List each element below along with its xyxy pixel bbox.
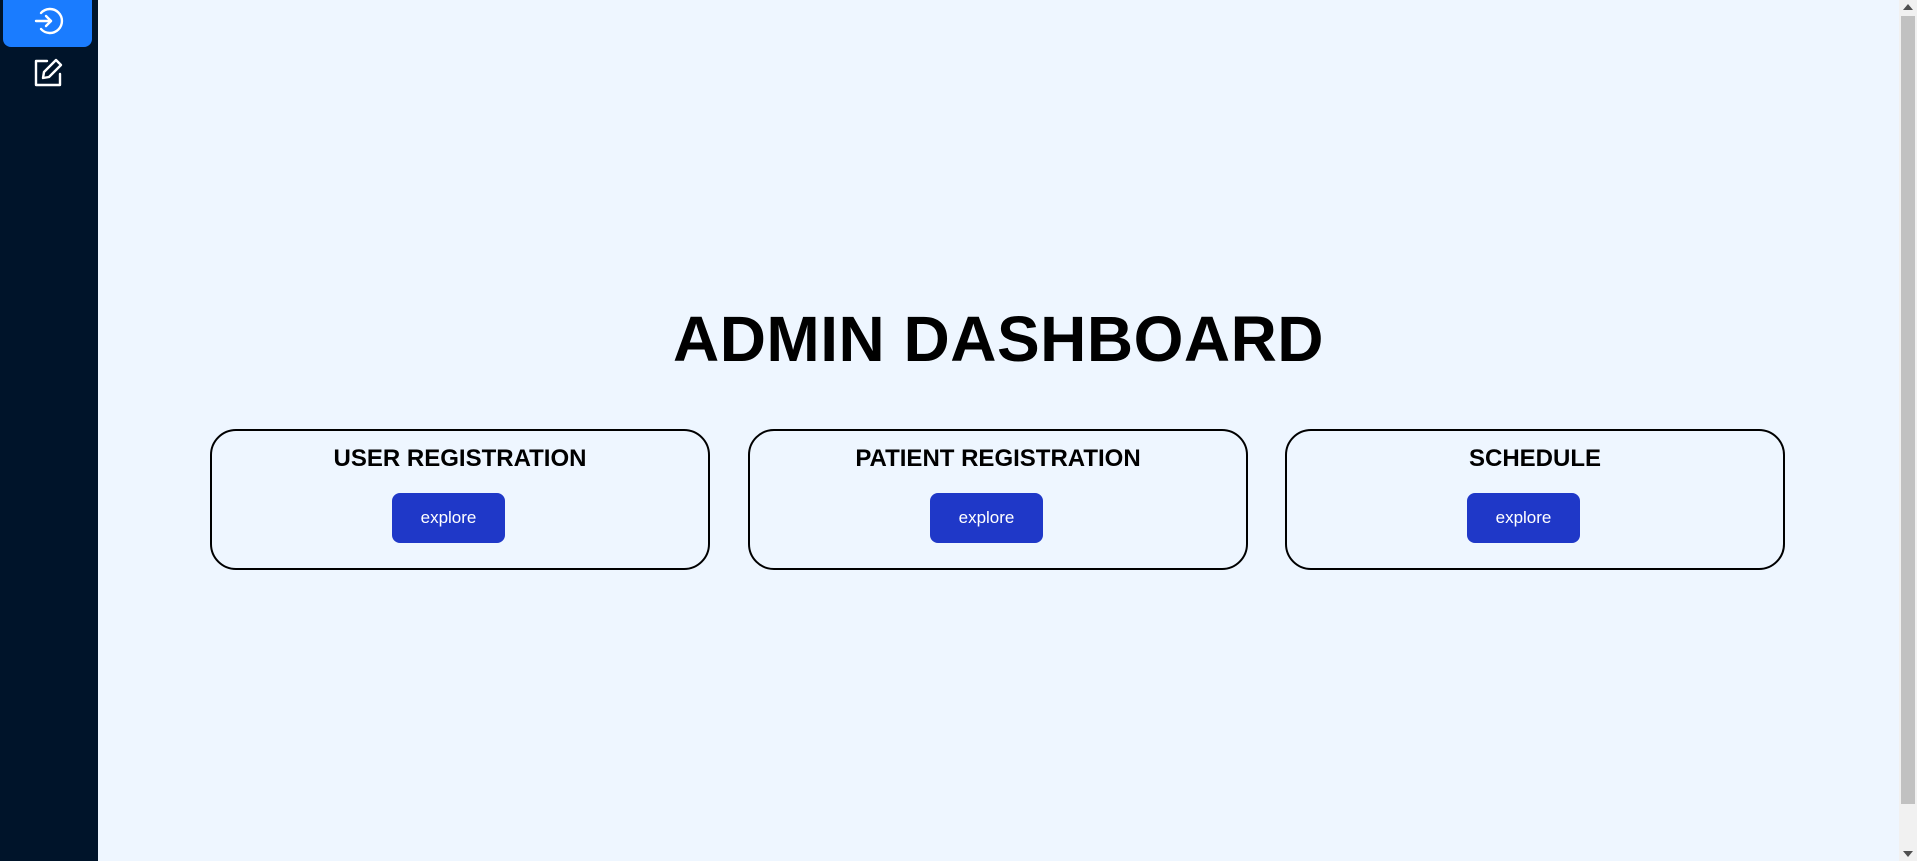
scroll-thumb[interactable] bbox=[1901, 16, 1915, 804]
main-content: ADMIN DASHBOARD USER REGISTRATION explor… bbox=[98, 0, 1899, 861]
edit-icon bbox=[31, 56, 65, 95]
explore-button[interactable]: explore bbox=[392, 493, 505, 543]
sidebar bbox=[0, 0, 98, 861]
scroll-down-arrow-icon[interactable] bbox=[1903, 851, 1913, 857]
vertical-scrollbar[interactable] bbox=[1899, 0, 1917, 861]
card-user-registration: USER REGISTRATION explore bbox=[210, 429, 710, 570]
card-title: SCHEDULE bbox=[1468, 445, 1601, 472]
sign-in-icon bbox=[31, 4, 65, 43]
explore-button[interactable]: explore bbox=[1467, 493, 1580, 543]
explore-button[interactable]: explore bbox=[930, 493, 1043, 543]
sidebar-item-login[interactable] bbox=[3, 0, 92, 47]
card-patient-registration: PATIENT REGISTRATION explore bbox=[748, 429, 1248, 570]
sidebar-item-edit[interactable] bbox=[3, 52, 92, 99]
page-title: ADMIN DASHBOARD bbox=[672, 303, 1325, 375]
card-schedule: SCHEDULE explore bbox=[1285, 429, 1785, 570]
card-title: PATIENT REGISTRATION bbox=[855, 445, 1141, 472]
card-title: USER REGISTRATION bbox=[333, 445, 587, 472]
scroll-up-arrow-icon[interactable] bbox=[1903, 4, 1913, 10]
